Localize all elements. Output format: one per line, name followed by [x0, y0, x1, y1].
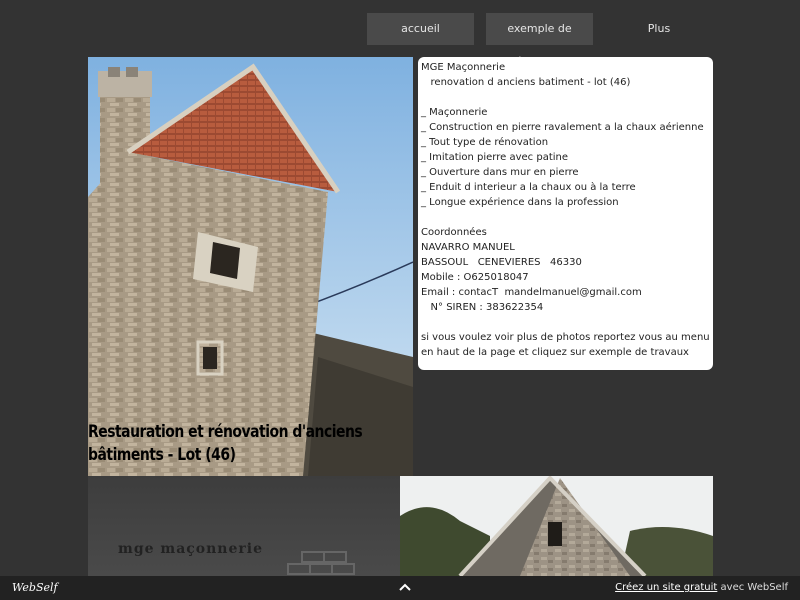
info-line: Coordonnées [421, 227, 487, 238]
info-line: NAVARRO MANUEL [421, 242, 515, 253]
webself-logo[interactable]: WebSelf [12, 581, 58, 594]
info-line: _ Tout type de rénovation [421, 137, 549, 148]
nav-accueil[interactable]: accueil [367, 13, 474, 45]
info-line: N° SIREN : 383622354 [421, 302, 544, 313]
info-line: Mobile : O625018047 [421, 272, 529, 283]
nav-plus[interactable]: Plus [626, 13, 692, 45]
create-site-suffix: avec WebSelf [717, 582, 788, 593]
footer-bar: WebSelf Créez un site gratuit avec WebSe… [0, 576, 800, 600]
info-line: _ Maçonnerie [421, 107, 488, 118]
info-line: _ Construction en pierre ravalement a la… [421, 122, 704, 133]
logo-text: mge maçonnerie [118, 541, 263, 557]
hero-caption: Restauration et rénovation d'anciens bât… [88, 422, 363, 465]
house-illustration [400, 476, 713, 576]
info-line [421, 90, 710, 105]
tower-photo [88, 57, 413, 476]
tower-illustration [88, 57, 413, 476]
chevron-up-icon[interactable] [397, 579, 413, 595]
info-panel: MGE Maçonnerie renovation d anciens bati… [418, 57, 713, 370]
info-line: _ Enduit d interieur a la chaux ou à la … [421, 182, 636, 193]
info-line [421, 315, 710, 330]
create-site-link-text[interactable]: Créez un site gratuit [615, 582, 717, 593]
email-line[interactable]: Email : contacT mandelmanuel@gmail.com [421, 285, 710, 300]
info-line: _ Longue expérience dans la profession [421, 197, 619, 208]
info-note: si vous voulez voir plus de photos repor… [421, 332, 710, 358]
info-line: BASSOUL CENEVIERES 46330 [421, 257, 582, 268]
house-photo [400, 476, 713, 576]
nav-exemple-de-travaux[interactable]: exemple de travaux [486, 13, 593, 67]
info-line: MGE Maçonnerie [421, 62, 506, 73]
info-line: _ Ouverture dans mur en pierre [421, 167, 579, 178]
info-line: _ Imitation pierre avec patine [421, 152, 569, 163]
info-line: renovation d anciens batiment - lot (46) [421, 77, 631, 88]
info-line [421, 210, 710, 225]
bricks-icon [287, 551, 355, 575]
create-site-link[interactable]: Créez un site gratuit avec WebSelf [615, 582, 788, 593]
logo-block: mge maçonnerie [88, 476, 400, 576]
